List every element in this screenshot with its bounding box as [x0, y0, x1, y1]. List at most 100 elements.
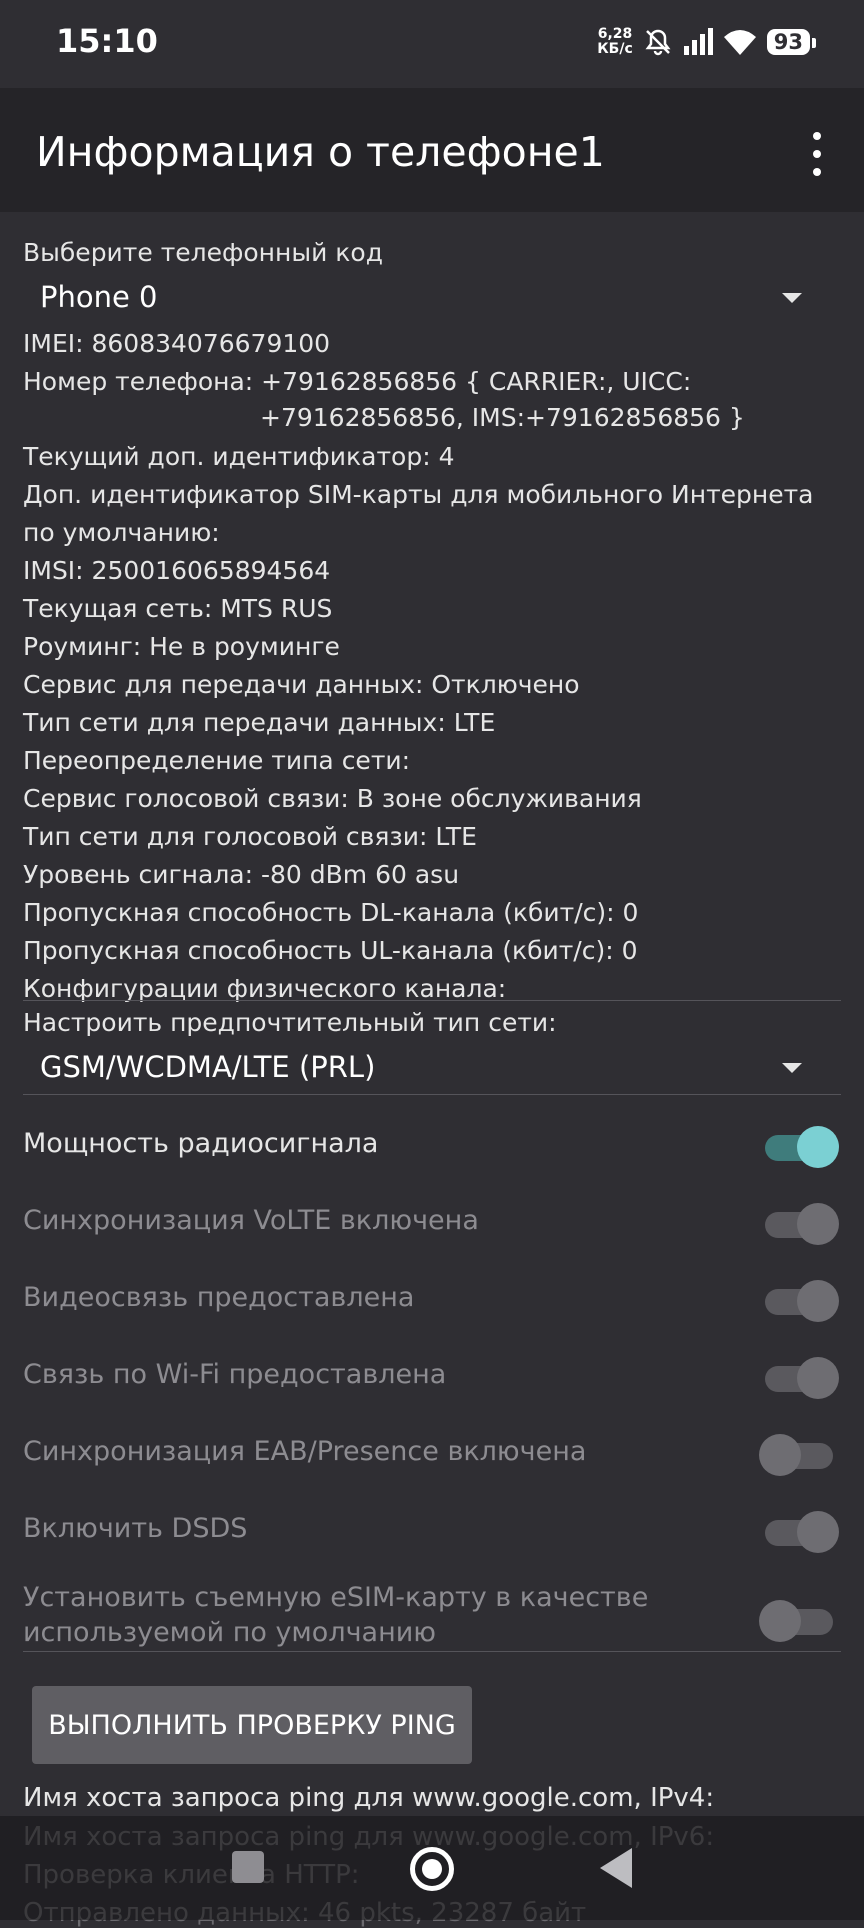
- info-row: Переопределение типа сети:: [23, 742, 843, 780]
- toggle-label: Синхронизация EAB/Presence включена: [23, 1436, 586, 1467]
- toggle-label-line: Синхронизация VoLTE включена: [23, 1205, 479, 1236]
- info-key: по умолчанию:: [23, 518, 220, 547]
- info-value: В зоне обслуживания: [348, 784, 642, 813]
- info-value: 860834076679100: [83, 329, 331, 358]
- info-key: Сервис для передачи данных:: [23, 670, 424, 699]
- net-speed: 6,28 КБ/с: [597, 27, 633, 57]
- info-key: Переопределение типа сети:: [23, 746, 411, 775]
- info-value: 0: [613, 936, 638, 965]
- switch-thumb: [759, 1434, 801, 1476]
- network-type-spinner[interactable]: GSM/WCDMA/LTE (PRL): [40, 1050, 375, 1084]
- chevron-down-icon[interactable]: [782, 293, 802, 303]
- info-row: Пропускная способность DL-канала (кбит/с…: [23, 894, 843, 932]
- back-icon[interactable]: [600, 1848, 632, 1888]
- toggle-switch[interactable]: [765, 1203, 839, 1245]
- info-row: Пропускная способность UL-канала (кбит/с…: [23, 932, 843, 970]
- toggle-label-line: Синхронизация EAB/Presence включена: [23, 1436, 587, 1467]
- info-value: +79162856856 { CARRIER:, UICC:: [253, 367, 692, 396]
- toggle-switch[interactable]: [765, 1511, 839, 1553]
- info-value: +79162856856, IMS:+79162856856 }: [260, 403, 745, 432]
- info-row: Сервис голосовой связи: В зоне обслужива…: [23, 780, 843, 818]
- toggle-switch[interactable]: [759, 1434, 833, 1476]
- app-bar: Информация о телефоне1: [0, 88, 864, 212]
- info-row: Конфигурации физического канала:: [23, 970, 843, 1008]
- info-key: Доп. идентификатор SIM-карты для мобильн…: [23, 480, 814, 509]
- chevron-down-icon[interactable]: [782, 1063, 802, 1073]
- navigation-bar: [0, 1816, 864, 1920]
- divider: [23, 1094, 841, 1095]
- info-key: Тип сети для голосовой связи:: [23, 822, 428, 851]
- wifi-icon: [723, 28, 757, 56]
- toggle-switch[interactable]: [759, 1600, 833, 1642]
- divider: [23, 1651, 841, 1652]
- info-row: Текущая сеть: MTS RUS: [23, 590, 843, 628]
- network-type-label: Настроить предпочтительный тип сети:: [23, 1008, 557, 1037]
- info-value: MTS RUS: [212, 594, 333, 623]
- info-row: по умолчанию:: [23, 514, 843, 552]
- status-icons: 6,28 КБ/с 93: [597, 22, 817, 62]
- toggle-label-line: Связь по Wi-Fi предоставлена: [23, 1359, 447, 1390]
- info-value: 250016065894564: [83, 556, 331, 585]
- info-value: Отключено: [423, 670, 580, 699]
- info-key: IMSI:: [23, 556, 84, 585]
- switch-thumb: [797, 1280, 839, 1322]
- info-value: -80 dBm 60 asu: [253, 860, 460, 889]
- info-row: Роуминг: Не в роуминге: [23, 628, 843, 666]
- info-key: Пропускная способность UL-канала (кбит/с…: [23, 936, 614, 965]
- toggle-label: Видеосвязь предоставлена: [23, 1282, 414, 1313]
- phone-select-label: Выберите телефонный код: [23, 238, 383, 267]
- toggle-label-line: Видеосвязь предоставлена: [23, 1282, 415, 1313]
- ping-test-button[interactable]: ВЫПОЛНИТЬ ПРОВЕРКУ PING: [32, 1686, 472, 1764]
- info-key: Конфигурации физического канала:: [23, 974, 507, 1003]
- info-key: Текущая сеть:: [23, 594, 213, 623]
- toggle-label-line: Установить съемную eSIM-карту в качестве: [23, 1582, 649, 1613]
- info-row: Сервис для передачи данных: Отключено: [23, 666, 843, 704]
- info-key: Уровень сигнала:: [23, 860, 254, 889]
- info-row: Уровень сигнала: -80 dBm 60 asu: [23, 856, 843, 894]
- info-row: Тип сети для передачи данных: LTE: [23, 704, 843, 742]
- divider: [23, 1000, 841, 1001]
- net-speed-unit: КБ/с: [597, 41, 633, 57]
- toggle-label-line: используемой по умолчанию: [23, 1617, 437, 1648]
- signal-icon: [683, 28, 713, 56]
- toggle-switch[interactable]: [765, 1280, 839, 1322]
- phone-select-spinner[interactable]: Phone 0: [40, 280, 158, 314]
- recents-icon[interactable]: [232, 1851, 264, 1883]
- info-row: +79162856856, IMS:+79162856856 }: [260, 399, 860, 437]
- info-key: Текущий доп. идентификатор:: [23, 442, 431, 471]
- toggle-label: Включить DSDS: [23, 1513, 247, 1544]
- info-key: Номер телефона:: [23, 367, 254, 396]
- info-key: IMEI:: [23, 329, 84, 358]
- info-row: IMEI: 860834076679100: [23, 325, 843, 363]
- toggle-label: Синхронизация VoLTE включена: [23, 1205, 479, 1236]
- info-row: Тип сети для голосовой связи: LTE: [23, 818, 843, 856]
- switch-thumb: [797, 1357, 839, 1399]
- toggle-label: Мощность радиосигнала: [23, 1128, 378, 1159]
- toggle-switch[interactable]: [765, 1357, 839, 1399]
- info-row: Доп. идентификатор SIM-карты для мобильн…: [23, 476, 843, 514]
- mute-bell-icon: [643, 27, 673, 57]
- toggle-label-line: Мощность радиосигнала: [23, 1128, 379, 1159]
- info-value: 0: [614, 898, 639, 927]
- info-value: 4: [430, 442, 455, 471]
- toggle-label-line: Включить DSDS: [23, 1513, 248, 1544]
- info-row: Текущий доп. идентификатор: 4: [23, 438, 843, 476]
- info-key: Пропускная способность DL-канала (кбит/с…: [23, 898, 615, 927]
- info-key: Сервис голосовой связи:: [23, 784, 349, 813]
- switch-thumb: [797, 1511, 839, 1553]
- home-icon[interactable]: [410, 1847, 454, 1891]
- info-value: LTE: [427, 822, 477, 851]
- switch-thumb: [797, 1203, 839, 1245]
- ping-result-line: Имя хоста запроса ping для www.google.co…: [23, 1783, 715, 1813]
- page-title: Информация о телефоне1: [36, 128, 605, 176]
- net-speed-value: 6,28: [597, 26, 633, 42]
- toggle-switch[interactable]: [765, 1126, 839, 1168]
- switch-thumb: [759, 1600, 801, 1642]
- battery-icon: 93: [766, 29, 817, 55]
- switch-thumb: [797, 1126, 839, 1168]
- info-value: Не в роуминге: [141, 632, 340, 661]
- info-key: Роуминг:: [23, 632, 142, 661]
- info-key: Тип сети для передачи данных:: [23, 708, 446, 737]
- info-row: Номер телефона: +79162856856 { CARRIER:,…: [23, 363, 843, 401]
- more-vert-icon[interactable]: [802, 132, 832, 176]
